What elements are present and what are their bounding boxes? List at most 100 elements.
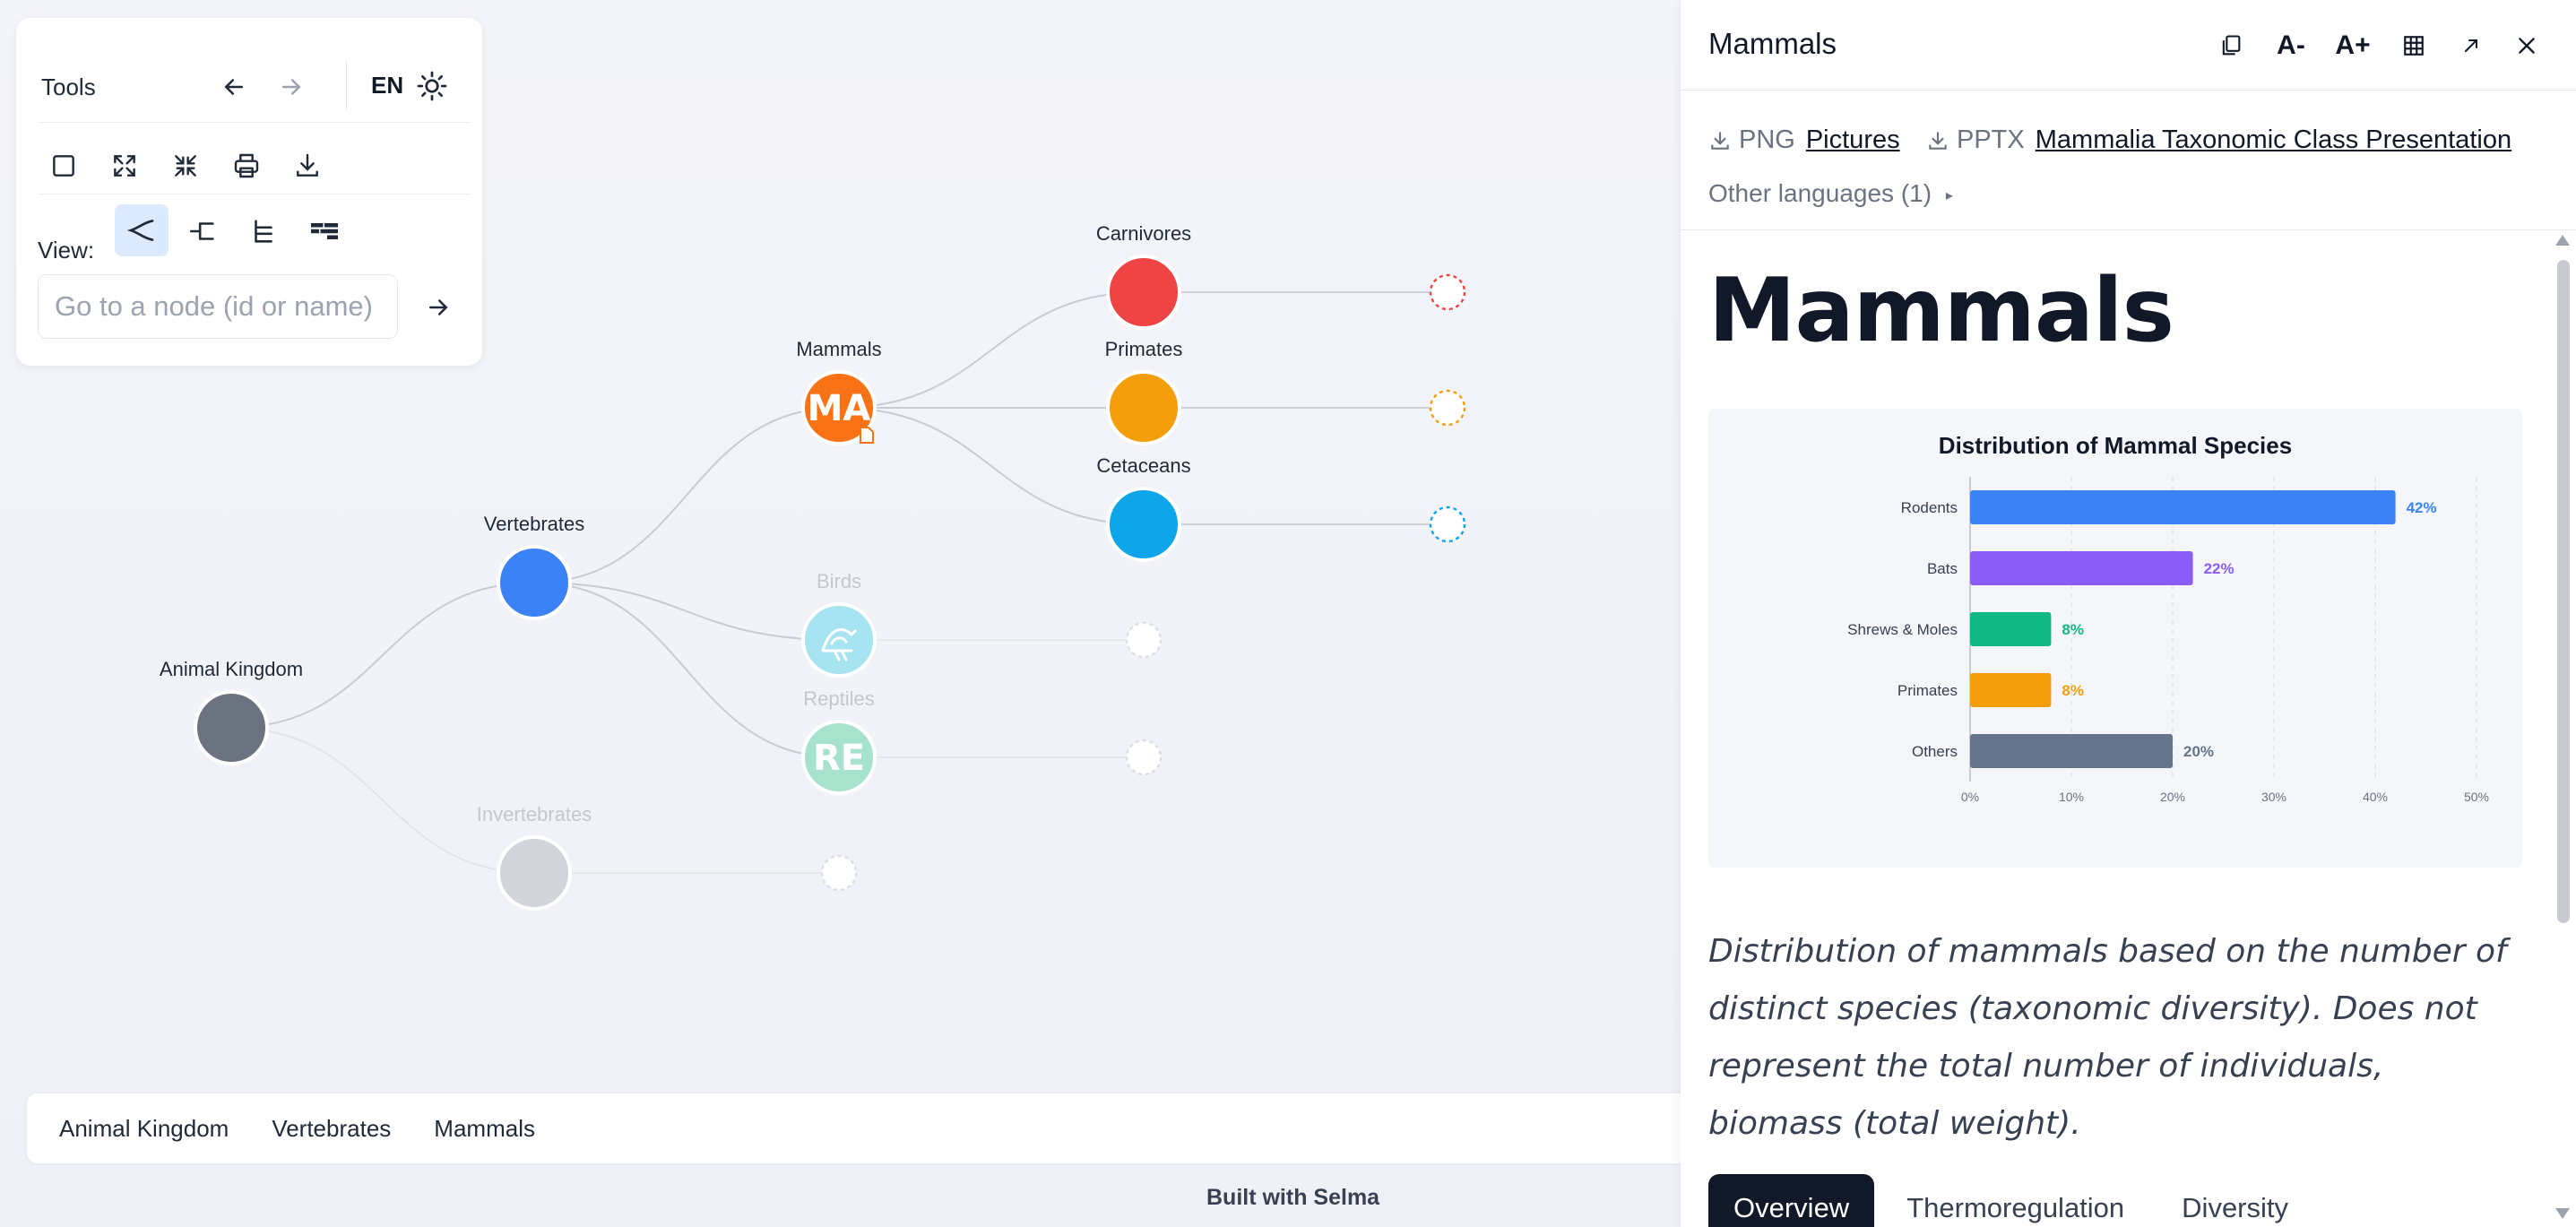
- tab-thermoregulation[interactable]: Thermoregulation: [1881, 1174, 2149, 1227]
- tree-link: [533, 582, 840, 641]
- tree-node-circle[interactable]: [194, 690, 269, 765]
- breadcrumb: Animal Kingdom Vertebrates Mammals: [27, 1093, 1681, 1163]
- download-link[interactable]: Mammalia Taxonomic Class Presentation: [2036, 125, 2511, 155]
- view-indented-tree-icon[interactable]: [238, 206, 289, 256]
- select-box-icon[interactable]: [43, 145, 84, 186]
- document-icon: [860, 427, 874, 444]
- other-languages-toggle[interactable]: Other languages (1) ▸: [1708, 179, 1953, 208]
- download-format: PNG: [1739, 125, 1795, 154]
- x-tick-label: 50%: [2464, 790, 2489, 804]
- tree-node-circle[interactable]: [497, 835, 572, 911]
- tree-node-initials: MA: [808, 388, 871, 429]
- tree-node-label: Cetaceans: [1096, 454, 1190, 477]
- download-png[interactable]: PNG Pictures: [1708, 125, 1900, 155]
- tab-overview[interactable]: Overview: [1708, 1174, 1875, 1227]
- language-toggle[interactable]: EN: [371, 72, 403, 99]
- x-tick-label: 20%: [2160, 790, 2185, 804]
- tree-link: [533, 407, 840, 583]
- copy-icon[interactable]: [2211, 25, 2251, 66]
- tree-node-invert[interactable]: Invertebrates: [477, 803, 592, 911]
- tree-node-circle[interactable]: [1106, 487, 1181, 562]
- tree-node-circle[interactable]: [1106, 255, 1181, 330]
- font-smaller-button[interactable]: A-: [2269, 25, 2313, 66]
- close-icon[interactable]: [2507, 25, 2546, 66]
- tree-link: [230, 582, 535, 729]
- other-languages-label: Other languages (1): [1708, 179, 1932, 207]
- collapsed-node-placeholder[interactable]: [1125, 621, 1163, 659]
- node-search-input[interactable]: [38, 274, 398, 339]
- x-tick-label: 40%: [2363, 790, 2388, 804]
- bar-value-label: 8%: [2062, 682, 2084, 699]
- scrollbar-thumb[interactable]: [2557, 260, 2570, 923]
- download-format: PPTX: [1957, 125, 2025, 154]
- download-pptx[interactable]: PPTX Mammalia Taxonomic Class Presentati…: [1926, 125, 2511, 155]
- collapsed-node-placeholder[interactable]: [1429, 505, 1466, 543]
- collapse-icon[interactable]: [165, 145, 206, 186]
- tree-link: [838, 291, 1145, 409]
- bar: [1970, 673, 2052, 707]
- built-with-credit[interactable]: Built with Selma: [1206, 1185, 1379, 1211]
- bar: [1970, 612, 2052, 646]
- y-category-label: Rodents: [1901, 499, 1958, 516]
- x-tick-label: 10%: [2059, 790, 2084, 804]
- tree-node-label: Reptiles: [803, 687, 874, 710]
- chart-card: Distribution of Mammal Species 0% 10% 20% 30…: [1708, 409, 2522, 868]
- tree-node-vert[interactable]: Vertebrates: [484, 513, 585, 620]
- tree-node-label: Birds: [817, 570, 861, 592]
- tree-node-animal[interactable]: Animal Kingdom: [160, 658, 303, 765]
- collapsed-node-placeholder[interactable]: [1429, 389, 1466, 427]
- view-table-icon[interactable]: [299, 206, 350, 256]
- tree-node-label: Primates: [1105, 338, 1183, 360]
- download-link[interactable]: Pictures: [1806, 125, 1900, 155]
- tree-links: [230, 291, 1145, 874]
- go-arrow-icon[interactable]: [418, 287, 459, 328]
- tree-node-circle[interactable]: [1106, 370, 1181, 445]
- view-radial-tree-icon[interactable]: [115, 204, 169, 256]
- y-category-label: Shrews & Moles: [1847, 621, 1958, 638]
- download-icon: [1711, 131, 1729, 150]
- collapsed-node-placeholder[interactable]: [820, 854, 858, 892]
- download-icon[interactable]: [287, 145, 328, 186]
- scroll-down-icon[interactable]: [2555, 1208, 2570, 1219]
- breadcrumb-item-vertebrates[interactable]: Vertebrates: [272, 1115, 391, 1143]
- font-larger-button[interactable]: A+: [2328, 25, 2378, 66]
- tree-node-reptiles[interactable]: RE Reptiles: [801, 687, 877, 795]
- tree-node-label: Carnivores: [1096, 222, 1191, 245]
- collapsed-node-placeholder[interactable]: [1125, 739, 1163, 776]
- tree-node-carnivores[interactable]: Carnivores: [1096, 222, 1191, 330]
- bar-value-label: 22%: [2204, 560, 2235, 577]
- breadcrumb-item-animal-kingdom[interactable]: Animal Kingdom: [59, 1115, 229, 1143]
- bar-value-label: 8%: [2062, 621, 2084, 638]
- tree-node-label: Vertebrates: [484, 513, 585, 535]
- tree-node-circle[interactable]: [801, 602, 877, 678]
- back-icon[interactable]: [213, 66, 255, 108]
- collapsed-node-placeholder[interactable]: [1429, 273, 1466, 311]
- bar-value-label: 42%: [2407, 499, 2437, 516]
- details-panel: Mammals A- A+ PNG Pictures PPTX Mammalia…: [1681, 0, 2576, 1227]
- toolbar-divider: [346, 61, 347, 109]
- view-horizontal-tree-icon[interactable]: [177, 206, 228, 256]
- breadcrumb-item-mammals[interactable]: Mammals: [434, 1115, 535, 1143]
- print-icon[interactable]: [226, 145, 267, 186]
- bar: [1970, 490, 2396, 524]
- tree-node-circle[interactable]: [497, 545, 572, 620]
- tree-node-initials: RE: [813, 738, 865, 779]
- x-tick-label: 30%: [2261, 790, 2286, 804]
- table-grid-icon[interactable]: [2394, 25, 2433, 66]
- y-category-label: Others: [1912, 743, 1958, 760]
- expand-icon[interactable]: [104, 145, 145, 186]
- x-tick-label: 0%: [1961, 790, 1979, 804]
- forward-icon[interactable]: [271, 66, 312, 108]
- tools-title: Tools: [41, 73, 96, 100]
- caret-right-icon: ▸: [1945, 187, 1953, 203]
- collapsed-children: [570, 273, 1466, 892]
- theme-sun-icon[interactable]: [409, 63, 455, 109]
- open-external-icon[interactable]: [2451, 25, 2491, 66]
- scroll-up-icon[interactable]: [2555, 235, 2570, 246]
- tree-node-cetaceans[interactable]: Cetaceans: [1096, 454, 1191, 562]
- tree-node-label: Mammals: [796, 338, 881, 360]
- tree-node-primates[interactable]: Primates: [1105, 338, 1183, 445]
- tree-link: [230, 727, 535, 874]
- bar: [1970, 551, 2193, 585]
- tab-diversity[interactable]: Diversity: [2157, 1174, 2313, 1227]
